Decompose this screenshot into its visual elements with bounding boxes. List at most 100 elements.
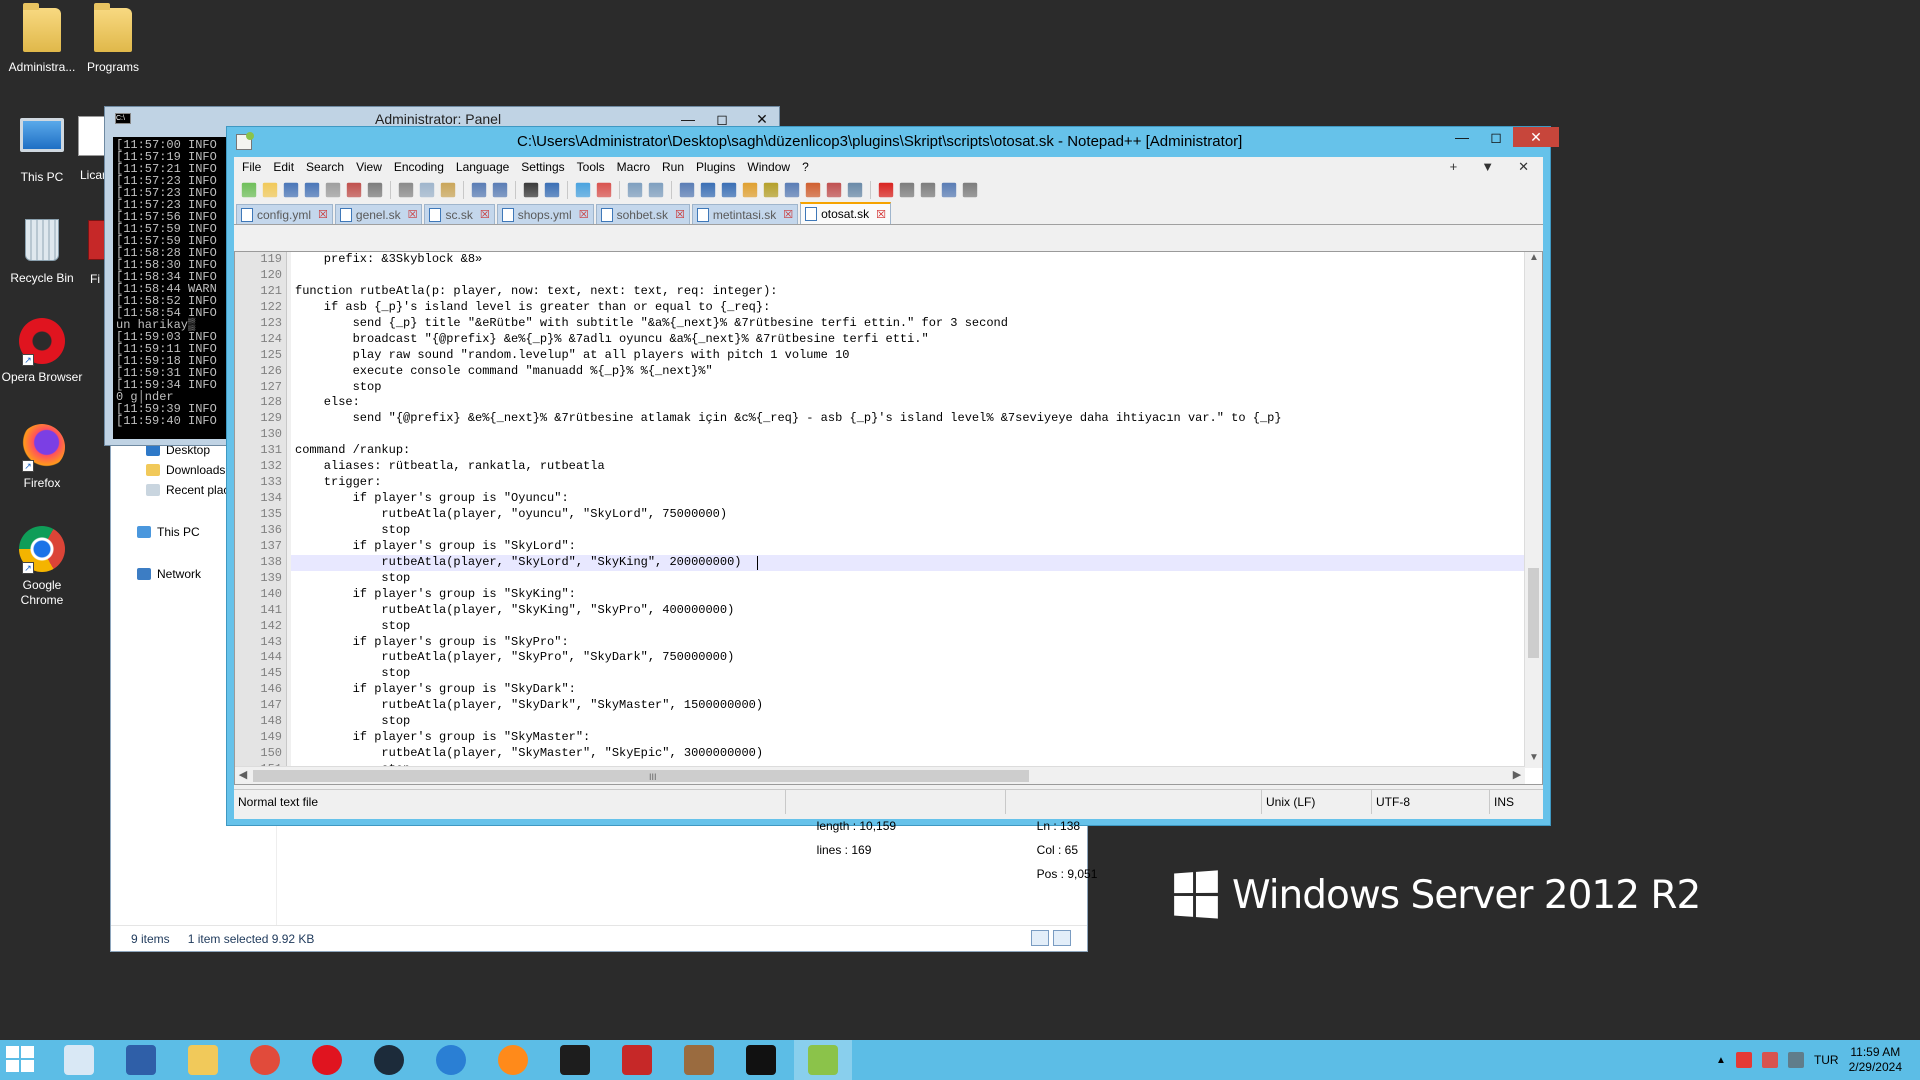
status-encoding[interactable]: UTF-8 bbox=[1372, 789, 1490, 814]
menu-item[interactable]: Plugins bbox=[690, 160, 741, 174]
tab-config-yml[interactable]: config.yml ☒ bbox=[236, 204, 333, 224]
menu-item[interactable]: View bbox=[350, 160, 388, 174]
desktop-icon-programs[interactable]: Programs bbox=[71, 3, 155, 75]
network-warning-icon[interactable] bbox=[1735, 1052, 1752, 1068]
redo-icon[interactable] bbox=[492, 182, 508, 198]
notepadpp-window[interactable]: C:\Users\Administrator\Desktop\sagh\düze… bbox=[226, 126, 1559, 881]
tab-genel-sk[interactable]: genel.sk ☒ bbox=[334, 204, 423, 224]
action-center-icon[interactable] bbox=[1761, 1052, 1778, 1068]
tab-close-icon[interactable]: ☒ bbox=[672, 208, 685, 221]
status-insert-mode[interactable]: INS bbox=[1490, 790, 1540, 814]
editor[interactable]: 119 120 121 122 123 124 125 126 127 128 129 130 131 1… bbox=[234, 251, 1543, 785]
scroll-left-arrow-icon[interactable]: ◀ bbox=[235, 768, 251, 781]
menu-item[interactable]: File bbox=[236, 160, 267, 174]
paste-icon[interactable] bbox=[440, 182, 456, 198]
cut-icon[interactable] bbox=[398, 182, 414, 198]
tab-close-icon[interactable]: ☒ bbox=[405, 208, 418, 221]
taskbar-button[interactable] bbox=[794, 1040, 852, 1080]
show-hidden-icons-icon[interactable]: ▲ bbox=[1716, 1055, 1726, 1066]
horizontal-scroll-thumb[interactable]: III bbox=[253, 770, 1029, 782]
taskbar-button[interactable] bbox=[298, 1040, 356, 1080]
copy-icon[interactable] bbox=[419, 182, 435, 198]
start-button[interactable] bbox=[6, 1046, 40, 1074]
desktop-icon-chrome[interactable]: ↗ Google Chrome bbox=[0, 526, 84, 608]
code-text-area[interactable]: prefix: &3Skyblock &8» function rutbeAtla… bbox=[291, 252, 1525, 768]
close-all-icon[interactable] bbox=[346, 182, 362, 198]
save-icon[interactable] bbox=[283, 182, 299, 198]
menu-item[interactable]: ? bbox=[796, 160, 815, 174]
close-button[interactable]: ✕ bbox=[1513, 127, 1559, 147]
close-icon[interactable] bbox=[325, 182, 341, 198]
tab-close-icon[interactable]: ☒ bbox=[315, 208, 328, 221]
tab-sc-sk[interactable]: sc.sk ☒ bbox=[424, 204, 495, 224]
desktop-icon-firefox[interactable]: ↗ Firefox bbox=[0, 424, 84, 491]
volume-icon[interactable] bbox=[1787, 1052, 1804, 1068]
new-file-icon[interactable] bbox=[241, 182, 257, 198]
large-icons-view-button[interactable] bbox=[1053, 930, 1071, 946]
tab-otosat-sk[interactable]: otosat.sk ☒ bbox=[800, 202, 891, 224]
menu-item[interactable]: Tools bbox=[571, 160, 611, 174]
tab-list-button[interactable]: ▼ bbox=[1475, 159, 1500, 175]
word-wrap-icon[interactable] bbox=[679, 182, 695, 198]
vertical-scrollbar[interactable]: ▲ ▼ bbox=[1524, 252, 1542, 768]
eye-icon[interactable] bbox=[847, 182, 863, 198]
tab-close-icon[interactable]: ☒ bbox=[576, 208, 589, 221]
menu-item[interactable]: Encoding bbox=[388, 160, 450, 174]
stop-record-icon[interactable] bbox=[899, 182, 915, 198]
menu-item[interactable]: Macro bbox=[611, 160, 656, 174]
monitoring-icon[interactable] bbox=[826, 182, 842, 198]
taskbar-button[interactable] bbox=[360, 1040, 418, 1080]
scroll-right-arrow-icon[interactable]: ▶ bbox=[1509, 768, 1525, 781]
menu-item[interactable]: Settings bbox=[515, 160, 570, 174]
folder-workspace-icon[interactable] bbox=[805, 182, 821, 198]
desktop-icon-licar[interactable]: Licar bbox=[58, 112, 106, 183]
clock[interactable]: 11:59 AM 2/29/2024 bbox=[1849, 1045, 1902, 1075]
input-language[interactable]: TUR bbox=[1814, 1053, 1839, 1067]
details-view-button[interactable] bbox=[1031, 930, 1049, 946]
replace-icon[interactable] bbox=[544, 182, 560, 198]
open-file-icon[interactable] bbox=[262, 182, 278, 198]
save-macro-icon[interactable] bbox=[962, 182, 978, 198]
user-language-icon[interactable] bbox=[742, 182, 758, 198]
taskbar-button[interactable] bbox=[608, 1040, 666, 1080]
run-macro-multiple-icon[interactable] bbox=[941, 182, 957, 198]
desktop-icon-opera[interactable]: ↗ Opera Browser bbox=[0, 318, 84, 385]
menu-item[interactable]: Search bbox=[300, 160, 350, 174]
maximize-button[interactable]: ◻ bbox=[1479, 127, 1513, 147]
tab-close-icon[interactable]: ☒ bbox=[780, 208, 793, 221]
taskbar-button[interactable] bbox=[50, 1040, 108, 1080]
taskbar-button[interactable] bbox=[174, 1040, 232, 1080]
record-macro-icon[interactable] bbox=[878, 182, 894, 198]
tab-close-icon[interactable]: ☒ bbox=[477, 208, 490, 221]
vertical-scroll-thumb[interactable] bbox=[1528, 568, 1539, 658]
menu-item[interactable]: Run bbox=[656, 160, 690, 174]
sync-horizontal-icon[interactable] bbox=[648, 182, 664, 198]
minimize-button[interactable]: — bbox=[1445, 127, 1479, 147]
taskbar-button[interactable] bbox=[112, 1040, 170, 1080]
menu-item[interactable]: Language bbox=[450, 160, 515, 174]
play-macro-icon[interactable] bbox=[920, 182, 936, 198]
menu-item[interactable]: Window bbox=[741, 160, 796, 174]
nav-item-recent-places[interactable]: Recent plac bbox=[146, 483, 229, 497]
desktop-icon-fi[interactable]: Fi bbox=[58, 216, 106, 287]
nav-item-this-pc[interactable]: This PC bbox=[137, 525, 200, 539]
taskbar-button[interactable] bbox=[484, 1040, 542, 1080]
taskbar-button[interactable] bbox=[422, 1040, 480, 1080]
zoom-in-icon[interactable] bbox=[575, 182, 591, 198]
doc-map-icon[interactable] bbox=[763, 182, 779, 198]
function-list-icon[interactable] bbox=[784, 182, 800, 198]
horizontal-scrollbar[interactable]: ◀ III ▶ bbox=[235, 766, 1525, 784]
menu-item[interactable]: Edit bbox=[267, 160, 300, 174]
print-icon[interactable] bbox=[367, 182, 383, 198]
save-all-icon[interactable] bbox=[304, 182, 320, 198]
notepadpp-titlebar[interactable]: C:\Users\Administrator\Desktop\sagh\düze… bbox=[227, 127, 1559, 157]
tab-close-icon[interactable]: ☒ bbox=[873, 208, 886, 221]
undo-icon[interactable] bbox=[471, 182, 487, 198]
new-tab-button[interactable]: + bbox=[1444, 159, 1464, 175]
taskbar-button[interactable] bbox=[670, 1040, 728, 1080]
nav-item-network[interactable]: Network bbox=[137, 567, 201, 581]
zoom-out-icon[interactable] bbox=[596, 182, 612, 198]
nav-item-downloads[interactable]: Downloads bbox=[146, 463, 225, 477]
scroll-down-arrow-icon[interactable]: ▼ bbox=[1525, 752, 1543, 768]
indent-guide-icon[interactable] bbox=[721, 182, 737, 198]
